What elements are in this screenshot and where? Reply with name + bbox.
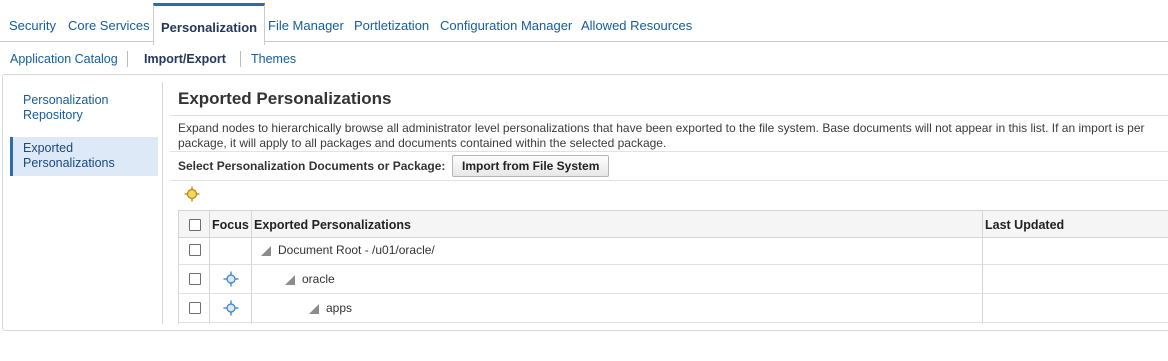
row-checkbox[interactable]: [189, 273, 201, 285]
table-toolbar: [178, 180, 1168, 210]
tree-node-label[interactable]: oracle: [302, 272, 335, 286]
column-header-focus: Focus: [212, 218, 249, 232]
subtab-separator: [240, 51, 241, 67]
import-from-file-system-button[interactable]: Import from File System: [452, 155, 610, 177]
tab-portletization[interactable]: Portletization: [354, 0, 429, 41]
row-checkbox[interactable]: [189, 302, 201, 314]
column-header-exported-personalizations: Exported Personalizations: [254, 218, 411, 232]
description: Expand nodes to hierarchically browse al…: [178, 121, 1168, 151]
tree-node-label[interactable]: Document Root - /u01/oracle/: [278, 243, 435, 257]
nav-item-exported-personalizations[interactable]: Exported Personalizations: [10, 137, 158, 176]
tab-personalization[interactable]: Personalization: [153, 3, 266, 45]
nav-item-label: Exported Personalizations: [23, 141, 115, 170]
table-header: Focus Exported Personalizations Last Upd…: [178, 210, 1168, 238]
subtab-themes[interactable]: Themes: [251, 42, 296, 76]
tab-core-services[interactable]: Core Services: [68, 0, 150, 41]
focus-icon[interactable]: [223, 300, 239, 316]
select-label: Select Personalization Documents or Pack…: [178, 159, 446, 173]
tab-file-manager[interactable]: File Manager: [268, 0, 344, 41]
page-title: Exported Personalizations: [178, 89, 392, 108]
subtab-separator: [127, 51, 128, 67]
table-row[interactable]: apps: [178, 294, 1168, 323]
focus-icon[interactable]: [223, 271, 239, 287]
table-row[interactable]: oracle: [178, 265, 1168, 294]
expand-triangle-icon[interactable]: [261, 246, 271, 256]
expand-triangle-icon[interactable]: [309, 304, 319, 314]
expand-triangle-icon[interactable]: [285, 275, 295, 285]
select-all-checkbox[interactable]: [189, 219, 201, 231]
top-tab-bar: Security Core Services Personalization F…: [0, 0, 1168, 45]
tab-security[interactable]: Security: [9, 0, 56, 41]
description-line: Expand nodes to hierarchically browse al…: [178, 121, 1145, 135]
subtab-import-export[interactable]: Import/Export: [144, 42, 226, 76]
select-row: Select Personalization Documents or Pack…: [170, 151, 1168, 181]
nav-divider: [162, 82, 163, 324]
table-row[interactable]: Document Root - /u01/oracle/: [178, 236, 1168, 265]
nav-item-label: Personalization Repository: [23, 93, 109, 122]
description-line: package, it will apply to all packages a…: [178, 136, 667, 150]
tab-allowed-resources[interactable]: Allowed Resources: [581, 0, 692, 41]
tab-configuration-manager[interactable]: Configuration Manager: [440, 0, 572, 41]
nav-item-personalization-repository[interactable]: Personalization Repository: [10, 93, 158, 123]
sub-tab-bar: Application Catalog Import/Export Themes: [0, 42, 1168, 76]
focus-toolbar-icon[interactable]: [184, 186, 200, 202]
title-divider: [170, 115, 1168, 116]
row-checkbox[interactable]: [189, 244, 201, 256]
tree-node-label[interactable]: apps: [326, 301, 352, 315]
subtab-application-catalog[interactable]: Application Catalog: [10, 42, 118, 76]
column-header-last-updated: Last Updated: [985, 218, 1065, 232]
